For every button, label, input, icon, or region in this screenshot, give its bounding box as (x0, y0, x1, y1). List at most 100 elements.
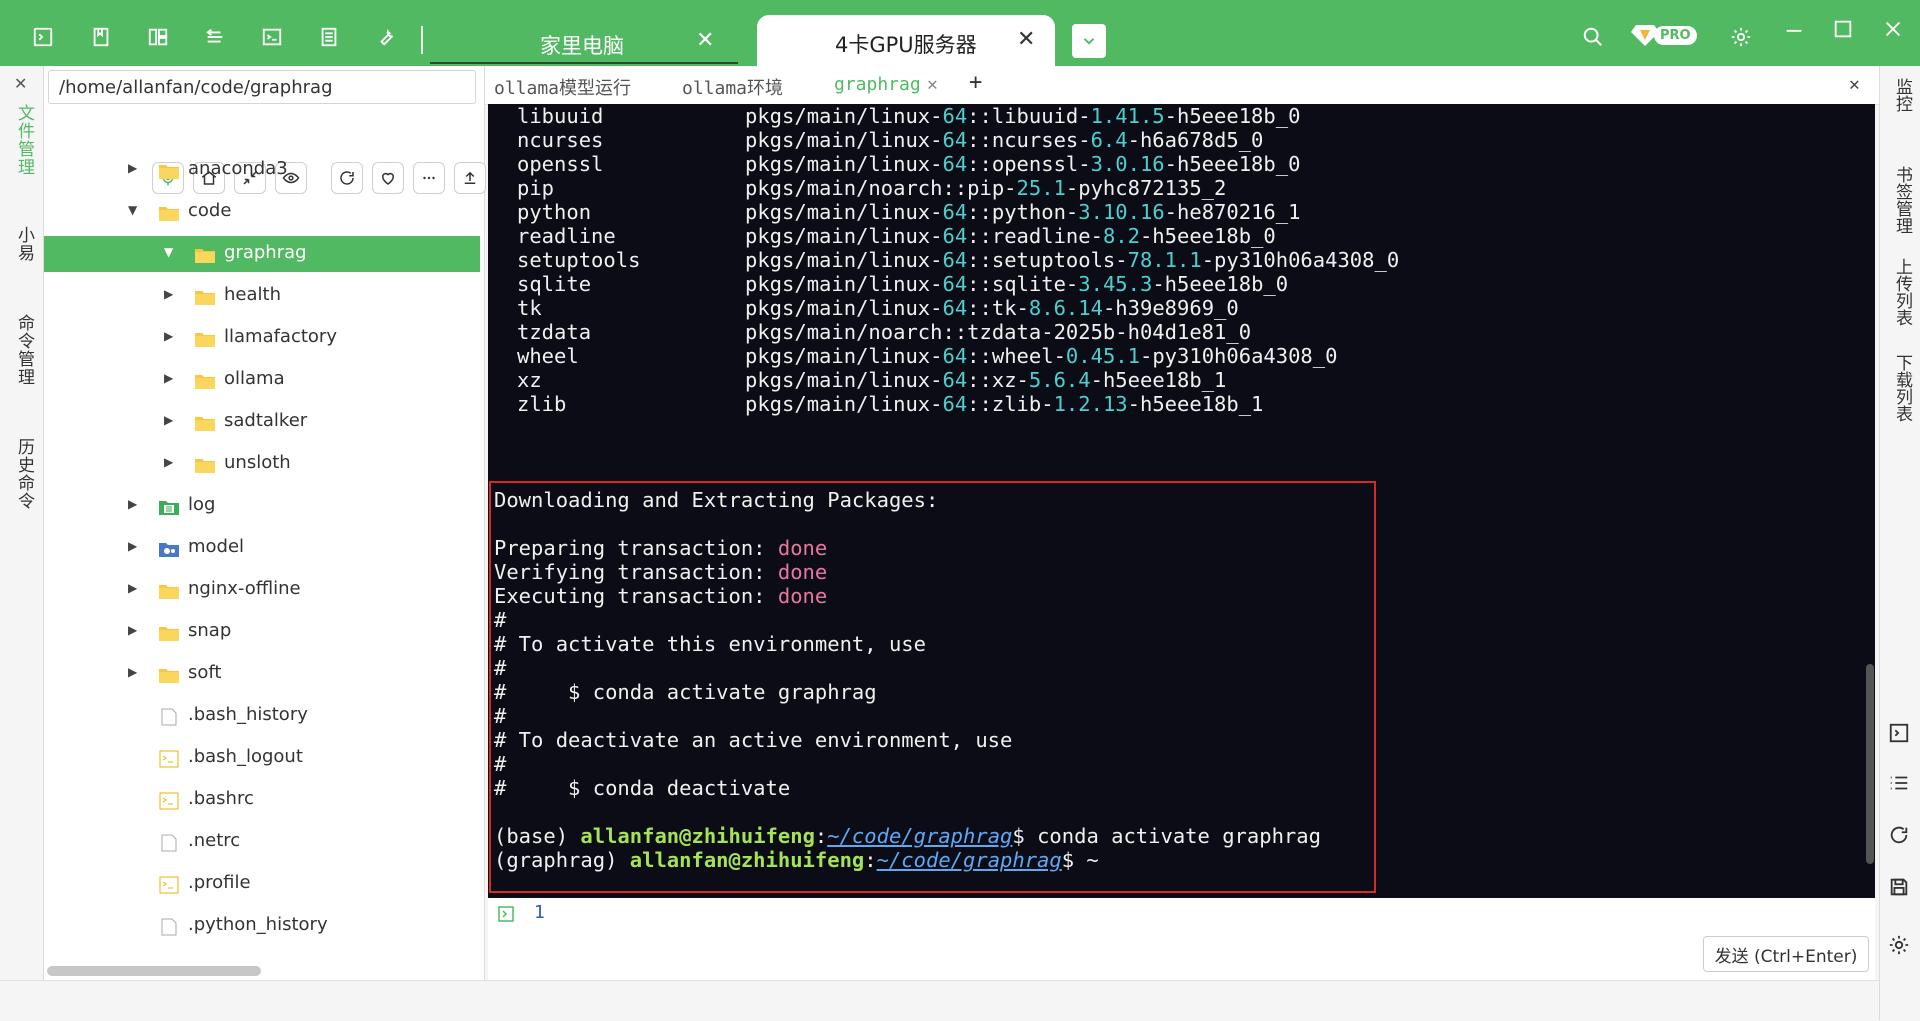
wrench-icon[interactable] (373, 24, 399, 50)
package-line: zlib pkgs/main/linux-64::zlib-1.2.13-h5ee… (488, 392, 1868, 416)
folder-icon (194, 372, 216, 390)
layout-icon[interactable] (145, 24, 171, 50)
script-file-icon (158, 876, 180, 894)
minimize-icon[interactable] (1783, 18, 1805, 46)
chevron-down-icon[interactable] (1072, 24, 1106, 58)
sidebar-item-upload-list[interactable]: 上传列表 (1890, 258, 1915, 326)
expanded-arrow-icon[interactable]: ▼ (128, 203, 137, 217)
package-source: pkgs/main/linux-64::tk-8.6.14-h39e8969_0 (745, 296, 1239, 320)
collapsed-arrow-icon[interactable]: ▶ (164, 413, 173, 427)
transfer-icon[interactable] (202, 24, 228, 50)
folder-item[interactable]: ▶ unsloth (44, 446, 480, 482)
tab-graphrag[interactable]: graphrag (834, 74, 921, 95)
tab-close-icon[interactable]: ✕ (1017, 27, 1035, 52)
package-name: xz (517, 368, 542, 392)
sidebar-item-monitor[interactable]: 监控 (1890, 78, 1915, 112)
tab-gpu-server[interactable]: 4卡GPU服务器 ✕ (757, 15, 1055, 66)
tab-ollama-run[interactable]: ollama模型运行 (494, 74, 631, 100)
folder-icon (158, 204, 180, 222)
close-panel-icon[interactable]: ✕ (1849, 74, 1860, 95)
collapsed-arrow-icon[interactable]: ▶ (164, 329, 173, 343)
file-item[interactable]: .profile (44, 866, 480, 902)
sidebar-item-history-commands[interactable]: 历史命令 (12, 438, 37, 510)
command-input-area[interactable]: 1 (488, 898, 1875, 980)
title-bar: 家里电脑 ✕ 4卡GPU服务器 ✕ PRO (0, 0, 1920, 66)
folder-item[interactable]: ▶snap (44, 614, 480, 650)
close-window-icon[interactable] (1882, 18, 1904, 46)
bookmark-icon[interactable] (88, 24, 114, 50)
package-line: tzdatapkgs/main/noarch::tzdata-2025b-h04… (488, 320, 1868, 344)
folder-item[interactable]: ▶ollama (44, 362, 480, 398)
horizontal-scrollbar[interactable] (47, 966, 261, 976)
folder-item[interactable]: ▶anaconda3 (44, 152, 480, 188)
folder-item[interactable]: ▶health (44, 278, 480, 314)
collapsed-arrow-icon[interactable]: ▶ (164, 287, 173, 301)
vertical-scrollbar[interactable] (1866, 664, 1874, 864)
collapsed-arrow-icon[interactable]: ▶ (164, 371, 173, 385)
package-line: ncursespkgs/main/linux-64::ncurses-6.4-h… (488, 128, 1868, 152)
collapsed-arrow-icon[interactable]: ▶ (128, 539, 137, 553)
terminal-icon[interactable] (30, 24, 56, 50)
document-icon[interactable] (316, 24, 342, 50)
tab-close-icon[interactable]: ✕ (927, 74, 938, 95)
tab-underline (430, 62, 738, 64)
collapsed-arrow-icon[interactable]: ▶ (128, 161, 137, 175)
package-name: openssl (517, 152, 603, 176)
folder-item[interactable]: ▶nginx-offline (44, 572, 480, 608)
collapsed-arrow-icon[interactable]: ▶ (128, 665, 137, 679)
send-button[interactable]: 发送 (Ctrl+Enter) (1703, 936, 1869, 972)
console-icon[interactable] (259, 24, 285, 50)
collapsed-arrow-icon[interactable]: ▶ (128, 623, 137, 637)
folder-item[interactable]: ▼code (44, 194, 480, 230)
sidebar-item-bookmarks[interactable]: 书签管理 (1890, 166, 1915, 234)
terminal-icon[interactable] (1888, 722, 1912, 746)
collapsed-arrow-icon[interactable]: ▶ (128, 497, 137, 511)
file-icon (158, 708, 180, 726)
refresh-icon[interactable] (1888, 824, 1912, 848)
gear-icon[interactable] (1888, 934, 1912, 958)
tab-ollama-env[interactable]: ollama环境 (682, 74, 783, 100)
list-icon[interactable] (1888, 772, 1912, 796)
search-icon[interactable] (1580, 24, 1606, 50)
folder-item[interactable]: ▶sadtalker (44, 404, 480, 440)
maximize-icon[interactable] (1832, 18, 1854, 46)
folder-item[interactable]: ▶log (44, 488, 480, 524)
collapsed-arrow-icon[interactable]: ▶ (164, 455, 173, 469)
terminal-output[interactable]: libuuidpkgs/main/linux-64::libuuid-1.41.… (488, 104, 1875, 898)
tab-home-pc[interactable]: 家里电脑 ✕ (430, 26, 738, 64)
pro-badge[interactable]: PRO (1630, 22, 1697, 48)
close-icon[interactable]: ✕ (14, 74, 27, 93)
save-icon[interactable] (1888, 876, 1912, 900)
file-item[interactable]: .bash_history (44, 698, 480, 734)
tree-item-label: unsloth (224, 452, 291, 473)
tab-close-icon[interactable]: ✕ (696, 28, 714, 53)
path-input[interactable]: /home/allanfan/code/graphrag (48, 70, 476, 104)
file-item[interactable]: .python_history (44, 908, 480, 944)
expanded-arrow-icon[interactable]: ▼ (164, 245, 173, 259)
sidebar-item-xiaoyi[interactable]: 小易 (12, 226, 37, 262)
tree-item-label: .bash_history (188, 704, 308, 725)
tree-item-label: .bash_logout (188, 746, 303, 767)
folder-icon (158, 582, 180, 600)
file-item[interactable]: .bash_logout (44, 740, 480, 776)
terminal-small-icon (498, 906, 514, 922)
folder-item[interactable]: ▼graphrag (44, 236, 480, 272)
gear-icon[interactable] (1728, 24, 1754, 50)
package-source: pkgs/main/linux-64::zlib-1.2.13-h5eee18b… (745, 392, 1263, 416)
folder-item[interactable]: ▶model (44, 530, 480, 566)
script-file-icon (158, 750, 180, 768)
collapsed-arrow-icon[interactable]: ▶ (128, 581, 137, 595)
highlight-box (489, 481, 1376, 893)
file-item[interactable]: .bashrc (44, 782, 480, 818)
folder-item[interactable]: ▶llamafactory (44, 320, 480, 356)
package-name: zlib (517, 392, 566, 416)
file-item[interactable]: .netrc (44, 824, 480, 860)
sidebar-item-command-manager[interactable]: 命令管理 (12, 314, 37, 386)
sidebar-item-download-list[interactable]: 下载列表 (1890, 354, 1915, 422)
tree-item-label: .profile (188, 872, 251, 893)
folder-item[interactable]: ▶soft (44, 656, 480, 692)
package-name: tk (517, 296, 542, 320)
add-tab-button[interactable]: + (969, 70, 982, 95)
package-line: opensslpkgs/main/linux-64::openssl-3.0.1… (488, 152, 1868, 176)
sidebar-item-file-manager[interactable]: 文件管理 (12, 104, 37, 176)
